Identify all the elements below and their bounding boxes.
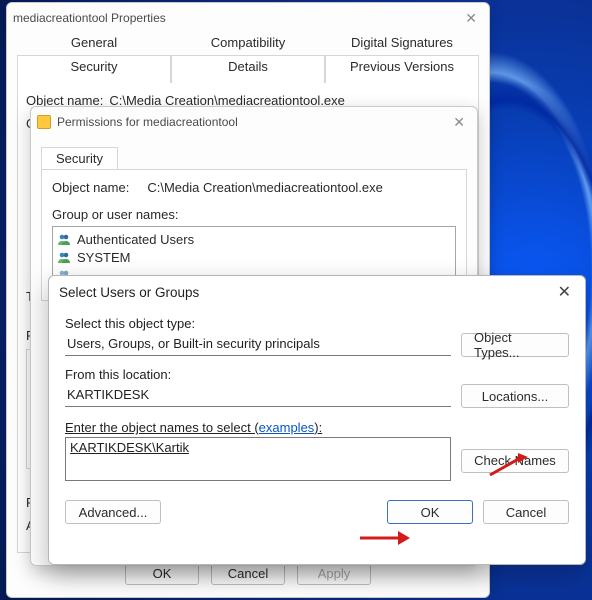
locations-button[interactable]: Locations... xyxy=(461,384,569,408)
tab-details[interactable]: Details xyxy=(171,55,325,83)
object-names-label: Enter the object names to select (exampl… xyxy=(65,420,569,435)
ok-button[interactable]: OK xyxy=(387,500,473,524)
list-item: SYSTEM xyxy=(57,248,451,266)
location-field: KARTIKDESK xyxy=(65,385,451,407)
object-name-label: Object name: xyxy=(52,180,129,195)
list-item-label: SYSTEM xyxy=(77,250,130,265)
tab-general[interactable]: General xyxy=(17,35,171,55)
close-icon[interactable]: ✕ xyxy=(459,8,483,29)
folder-icon xyxy=(37,115,51,129)
cancel-button[interactable]: Cancel xyxy=(483,500,569,524)
check-names-button[interactable]: Check Names xyxy=(461,449,569,473)
list-item-label: Authenticated Users xyxy=(77,232,194,247)
select-title: Select Users or Groups xyxy=(59,285,199,300)
tab-digital-signatures[interactable]: Digital Signatures xyxy=(325,35,479,55)
permissions-title: Permissions for mediacreationtool xyxy=(57,115,238,129)
tab-previous-versions[interactable]: Previous Versions xyxy=(325,55,479,83)
select-users-groups-window: Select Users or Groups ✕ Select this obj… xyxy=(48,275,586,565)
object-names-input[interactable] xyxy=(65,437,451,481)
tab-security[interactable]: Security xyxy=(41,147,118,169)
users-icon xyxy=(57,233,71,245)
location-label: From this location: xyxy=(65,367,569,382)
group-user-names-label: Group or user names: xyxy=(52,207,456,222)
list-item: Authenticated Users xyxy=(57,230,451,248)
properties-tabs-row1: General Compatibility Digital Signatures xyxy=(7,33,489,55)
select-titlebar: Select Users or Groups ✕ xyxy=(49,276,585,308)
object-types-button[interactable]: Object Types... xyxy=(461,333,569,357)
permissions-titlebar: Permissions for mediacreationtool ✕ xyxy=(31,107,477,137)
close-icon[interactable]: ✕ xyxy=(554,282,575,302)
properties-title: mediacreationtool Properties xyxy=(13,11,166,25)
examples-link[interactable]: examples xyxy=(259,420,315,435)
advanced-button[interactable]: Advanced... xyxy=(65,500,161,524)
tab-security[interactable]: Security xyxy=(17,55,171,83)
object-type-value: Users, Groups, or Built-in security prin… xyxy=(67,336,320,351)
object-type-label: Select this object type: xyxy=(65,316,569,331)
properties-titlebar: mediacreationtool Properties ✕ xyxy=(7,3,489,33)
users-icon xyxy=(57,251,71,263)
close-icon[interactable]: ✕ xyxy=(447,112,471,133)
object-name-value: C:\Media Creation\mediacreationtool.exe xyxy=(147,180,383,195)
location-value: KARTIKDESK xyxy=(67,387,149,402)
properties-tabs-row2: Security Details Previous Versions xyxy=(7,55,489,83)
object-type-field: Users, Groups, or Built-in security prin… xyxy=(65,334,451,356)
tab-compatibility[interactable]: Compatibility xyxy=(171,35,325,55)
